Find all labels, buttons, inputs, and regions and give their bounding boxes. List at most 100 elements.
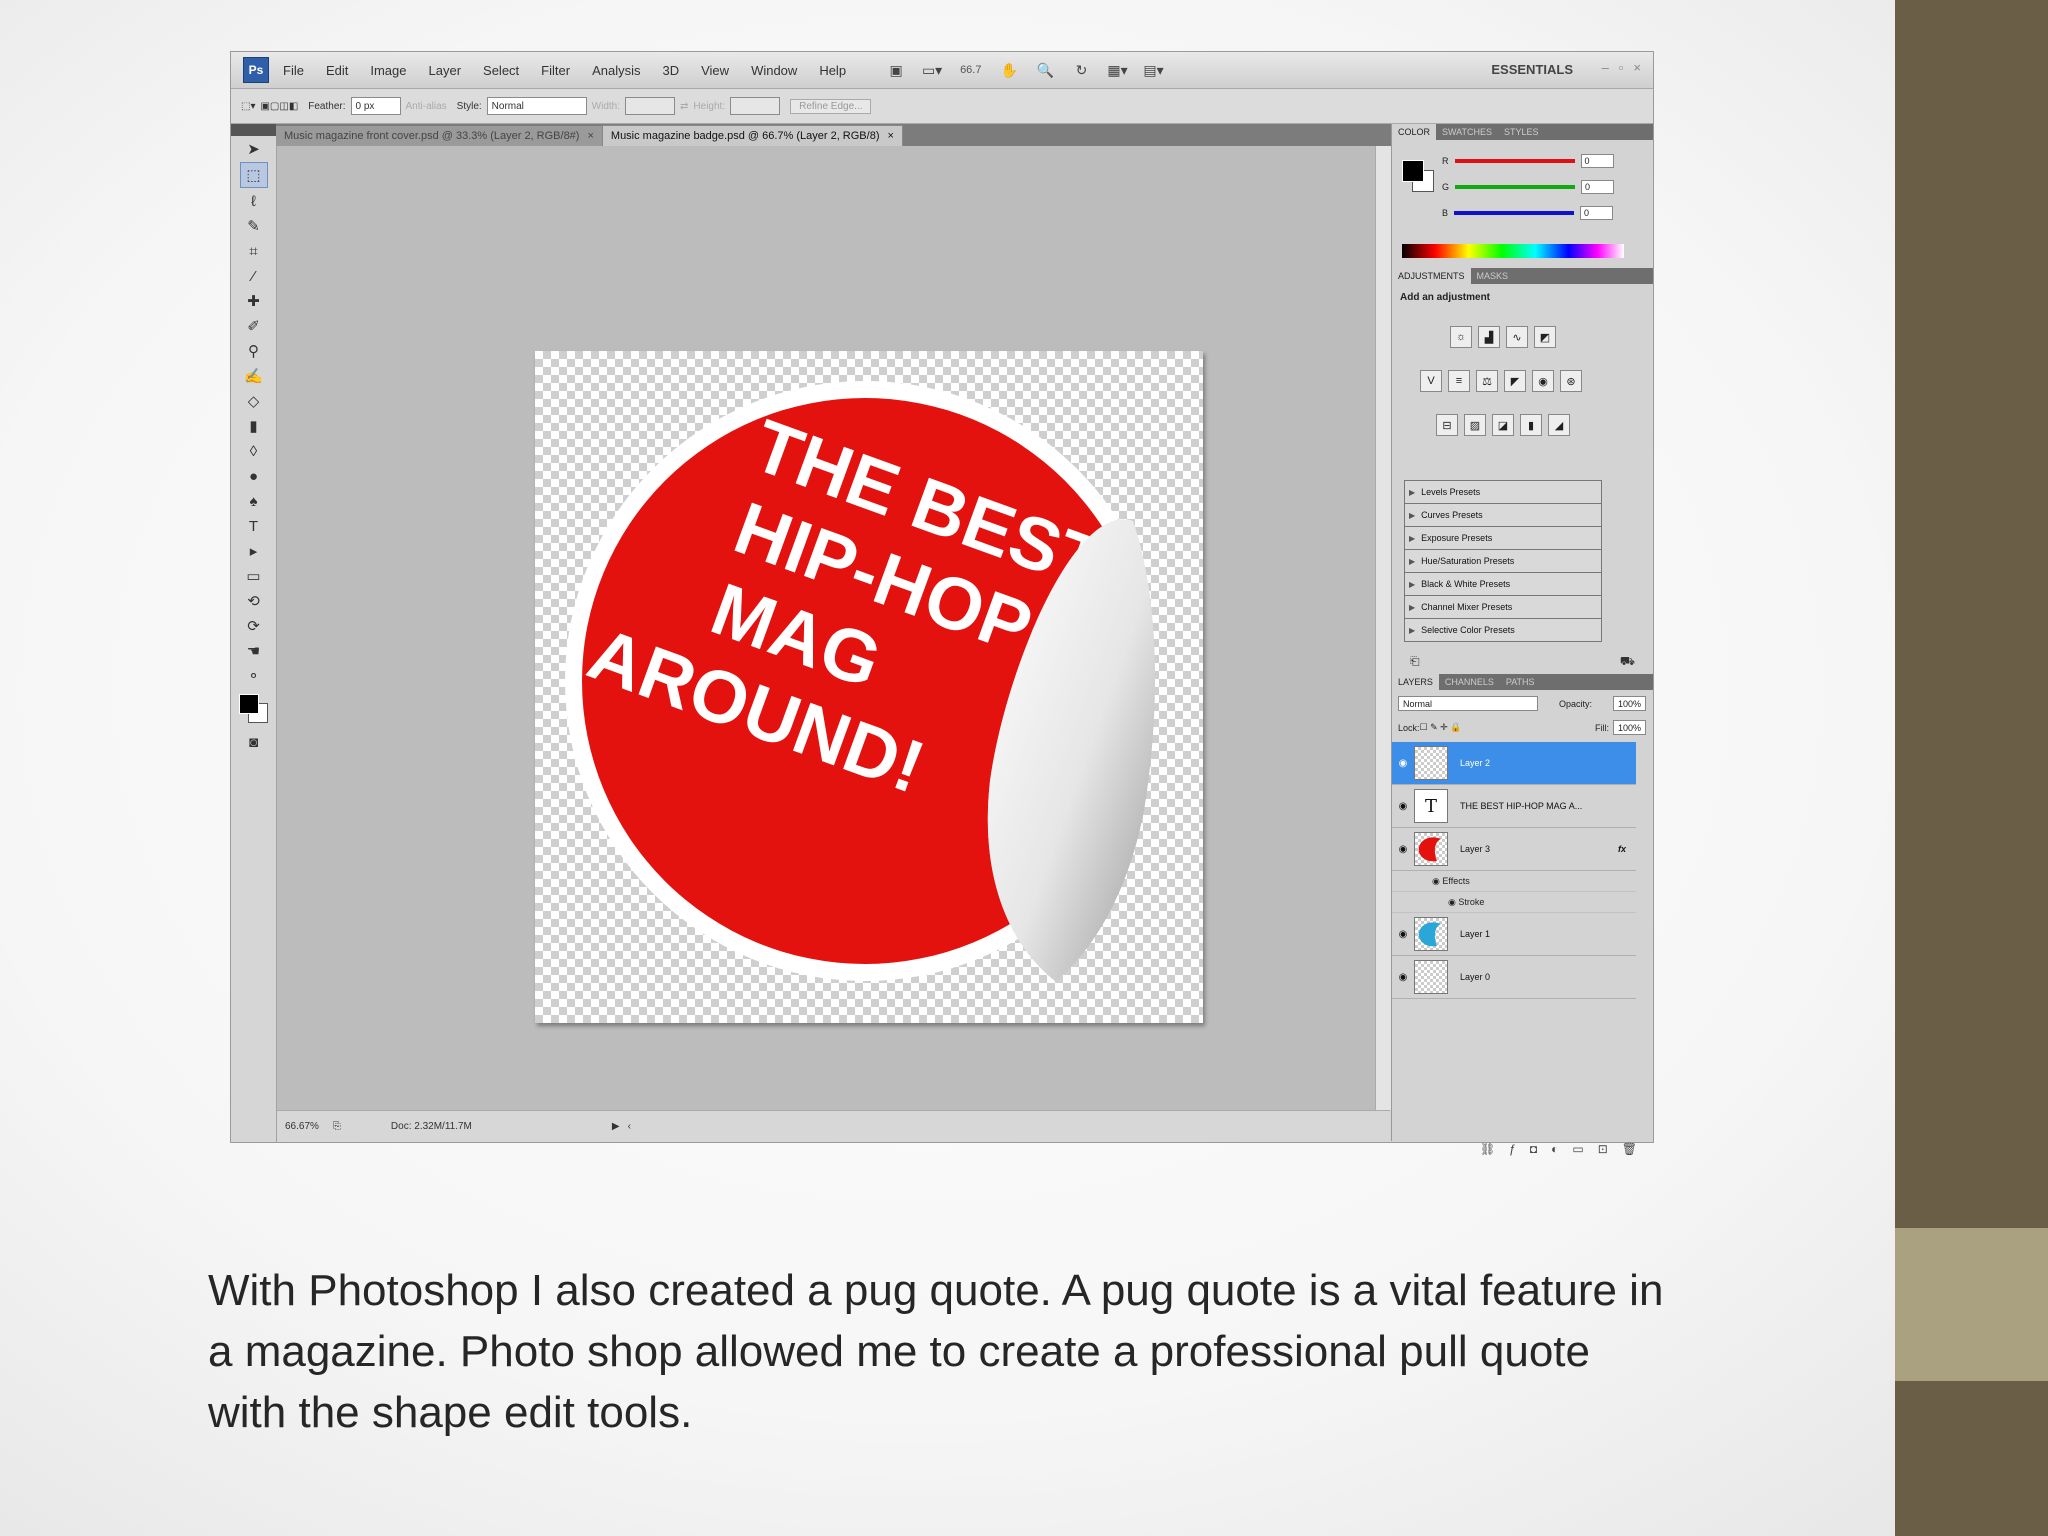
- close-tab-icon[interactable]: ×: [887, 130, 893, 142]
- blend-mode-select[interactable]: Normal: [1398, 696, 1538, 711]
- expand-arrow-icon[interactable]: ▶: [1409, 511, 1415, 520]
- color-balance-icon[interactable]: ⚖: [1476, 370, 1498, 392]
- horizontal-scroll-left-icon[interactable]: ‹: [628, 1121, 631, 1132]
- hand-tool-icon[interactable]: ✋: [999, 61, 1019, 79]
- return-to-list-icon[interactable]: ⎗: [1410, 654, 1420, 672]
- type-tool-icon[interactable]: T: [241, 514, 267, 538]
- color-spectrum-bar[interactable]: [1402, 244, 1624, 258]
- fill-input[interactable]: 100%: [1612, 720, 1646, 735]
- layer-row-layer-1[interactable]: ◉ Layer 1: [1392, 913, 1636, 956]
- lock-icons[interactable]: ☐ ✎ ✛ 🔒: [1420, 722, 1462, 733]
- visibility-eye-icon[interactable]: ◉: [1392, 801, 1414, 812]
- menu-select[interactable]: Select: [483, 63, 519, 78]
- foreground-color-swatch[interactable]: [238, 694, 259, 714]
- add-style-icon[interactable]: ƒ: [1509, 1142, 1516, 1156]
- preset-hue-saturation[interactable]: ▶ Hue/Saturation Presets: [1405, 550, 1601, 573]
- layer-effects-icon[interactable]: fx: [1618, 844, 1626, 854]
- hand-tool-icon[interactable]: ☚: [241, 639, 267, 663]
- brush-tool-icon[interactable]: ✐: [241, 314, 267, 338]
- expand-arrow-icon[interactable]: ▶: [1409, 488, 1415, 497]
- quick-selection-tool-icon[interactable]: ✎: [241, 214, 267, 238]
- photoshop-logo[interactable]: Ps: [243, 57, 269, 83]
- tab-color[interactable]: COLOR: [1392, 124, 1437, 140]
- preset-selective-color[interactable]: ▶ Selective Color Presets: [1405, 619, 1601, 641]
- width-input[interactable]: [625, 97, 676, 115]
- close-icon[interactable]: ×: [1633, 60, 1641, 75]
- menu-view[interactable]: View: [701, 63, 729, 78]
- red-slider[interactable]: [1454, 159, 1575, 163]
- threshold-icon[interactable]: ◪: [1492, 414, 1514, 436]
- new-group-icon[interactable]: ▭: [1572, 1142, 1583, 1156]
- visibility-eye-icon[interactable]: ◉: [1392, 758, 1414, 769]
- selection-mode-icons[interactable]: ▣▢◫◧: [260, 101, 298, 112]
- refine-edge-button[interactable]: Refine Edge...: [790, 98, 872, 114]
- tab-swatches[interactable]: SWATCHES: [1436, 124, 1498, 140]
- channel-mixer-icon[interactable]: ⊛: [1560, 370, 1582, 392]
- minimize-icon[interactable]: –: [1602, 60, 1609, 75]
- arrange-documents-icon[interactable]: ▦▾: [1107, 61, 1127, 79]
- maximize-icon[interactable]: ▫: [1619, 60, 1624, 75]
- dodge-tool-icon[interactable]: ●: [241, 464, 267, 488]
- visibility-eye-icon[interactable]: ◉: [1392, 844, 1414, 855]
- gradient-tool-icon[interactable]: ▮: [241, 414, 267, 438]
- menu-window[interactable]: Window: [751, 63, 797, 78]
- tab-masks[interactable]: MASKS: [1471, 268, 1515, 284]
- brightness-contrast-icon[interactable]: ☼: [1450, 326, 1472, 348]
- tab-channels[interactable]: CHANNELS: [1439, 674, 1500, 690]
- bridge-icon[interactable]: ▣: [886, 61, 906, 79]
- tab-adjustments[interactable]: ADJUSTMENTS: [1392, 268, 1471, 284]
- path-selection-tool-icon[interactable]: ▸: [241, 539, 267, 563]
- expand-arrow-icon[interactable]: ▶: [1409, 534, 1415, 543]
- history-brush-tool-icon[interactable]: ✍: [241, 364, 267, 388]
- hue-saturation-icon[interactable]: ≡: [1448, 370, 1470, 392]
- expand-view-icon[interactable]: ⛟: [1620, 654, 1635, 672]
- canvas-vertical-scrollbar[interactable]: [1375, 146, 1391, 1110]
- eyedropper-tool-icon[interactable]: ⁄: [241, 264, 267, 288]
- preset-channel-mixer[interactable]: ▶ Channel Mixer Presets: [1405, 596, 1601, 619]
- add-mask-icon[interactable]: ◘: [1530, 1142, 1537, 1156]
- layer-row-layer-3[interactable]: ◉ Layer 3 fx: [1392, 828, 1636, 871]
- close-tab-icon[interactable]: ×: [587, 130, 593, 142]
- curves-icon[interactable]: ∿: [1506, 326, 1528, 348]
- menu-layer[interactable]: Layer: [429, 63, 462, 78]
- menu-edit[interactable]: Edit: [326, 63, 348, 78]
- workspace-switcher[interactable]: ESSENTIALS: [1491, 62, 1573, 77]
- move-tool-icon[interactable]: ➤: [241, 137, 267, 161]
- link-layers-icon[interactable]: ⛓: [1480, 1142, 1495, 1156]
- tab-layers[interactable]: LAYERS: [1392, 674, 1439, 690]
- invert-icon[interactable]: ⊟: [1436, 414, 1458, 436]
- delete-layer-icon[interactable]: 🗑: [1622, 1142, 1637, 1156]
- new-adjustment-icon[interactable]: ◐: [1551, 1142, 1558, 1156]
- posterize-icon[interactable]: ▨: [1464, 414, 1486, 436]
- expand-arrow-icon[interactable]: ▶: [1409, 580, 1415, 589]
- effects-row[interactable]: ◉ Effects: [1392, 871, 1636, 892]
- layer-row-text[interactable]: ◉ T THE BEST HIP-HOP MAG A...: [1392, 785, 1636, 828]
- visibility-eye-icon[interactable]: ◉: [1392, 972, 1414, 983]
- marquee-preset-icon[interactable]: ⬚▾: [241, 101, 255, 112]
- menu-image[interactable]: Image: [370, 63, 406, 78]
- tab-paths[interactable]: PATHS: [1500, 674, 1541, 690]
- stroke-eye-icon[interactable]: ◉: [1448, 897, 1458, 908]
- preset-exposure[interactable]: ▶ Exposure Presets: [1405, 527, 1601, 550]
- swap-icon[interactable]: ⇄: [680, 101, 688, 112]
- canvas-area[interactable]: THE BEST HIP-HOP MAG AROUND!: [277, 146, 1375, 1110]
- shape-tool-icon[interactable]: ▭: [241, 564, 267, 588]
- black-white-icon[interactable]: ◤: [1504, 370, 1526, 392]
- new-layer-icon[interactable]: ⊡: [1598, 1142, 1608, 1156]
- preset-levels[interactable]: ▶ Levels Presets: [1405, 481, 1601, 504]
- expand-arrow-icon[interactable]: ▶: [1409, 557, 1415, 566]
- zoom-tool-icon[interactable]: ⚬: [241, 664, 267, 688]
- menu-3d[interactable]: 3D: [662, 63, 679, 78]
- tab-badge[interactable]: Music magazine badge.psd @ 66.7% (Layer …: [601, 125, 903, 146]
- status-options-icon[interactable]: ⎘: [333, 1121, 341, 1132]
- screen-mode-icon[interactable]: ▭▾: [922, 61, 942, 79]
- preset-curves[interactable]: ▶ Curves Presets: [1405, 504, 1601, 527]
- crop-tool-icon[interactable]: ⌗: [241, 239, 267, 263]
- 3d-rotate-tool-icon[interactable]: ⟲: [241, 589, 267, 613]
- opacity-input[interactable]: 100%: [1612, 696, 1646, 711]
- layer-row-layer-2[interactable]: ◉ Layer 2: [1392, 742, 1636, 785]
- lasso-tool-icon[interactable]: ℓ: [241, 189, 267, 213]
- zoom-tool-icon[interactable]: 🔍: [1035, 61, 1055, 79]
- menu-analysis[interactable]: Analysis: [592, 63, 640, 78]
- spot-healing-tool-icon[interactable]: ✚: [241, 289, 267, 313]
